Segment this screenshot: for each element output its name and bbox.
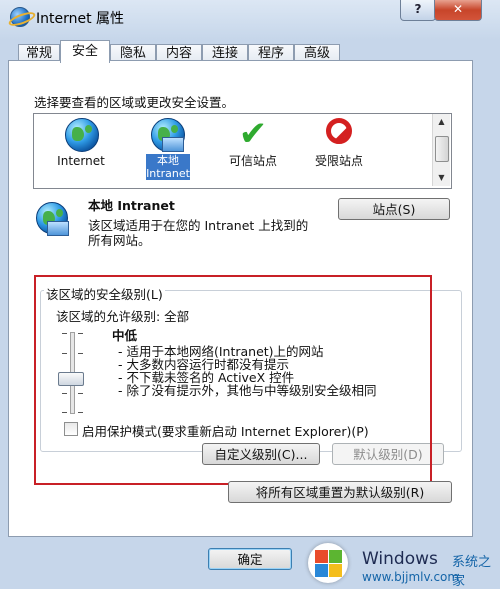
no-entry-icon <box>326 118 352 144</box>
windows-logo-icon <box>308 543 348 583</box>
reset-all-zones-button[interactable]: 将所有区域重置为默认级别(R) <box>228 481 452 503</box>
close-button[interactable]: ✕ <box>434 0 482 21</box>
zone-prompt: 选择要查看的区域或更改安全设置。 <box>34 95 235 110</box>
zone-restricted-sites[interactable]: 受限站点 <box>302 116 376 186</box>
zone-label: 可信站点 <box>228 154 277 168</box>
sites-button[interactable]: 站点(S) <box>338 198 450 220</box>
selected-zone-description: 该区域适用于在您的 Intranet 上找到的所有网站。 <box>88 218 309 248</box>
title-bar: Internet 属性 ? ✕ <box>0 0 500 34</box>
ok-button[interactable]: 确定 <box>208 548 292 570</box>
site-watermark: Windows 系统之家 www.bjjmlv.com <box>300 537 500 589</box>
ie-globe-icon <box>10 7 30 27</box>
intranet-globe-icon <box>151 118 185 152</box>
watermark-url: www.bjjmlv.com <box>362 570 460 584</box>
selected-zone-name: 本地 Intranet <box>88 198 175 213</box>
zone-label: Internet <box>57 154 105 168</box>
intranet-globe-icon <box>36 202 69 236</box>
watermark-brand: Windows <box>362 549 438 569</box>
zone-label: 受限站点 <box>314 154 363 168</box>
zone-list[interactable]: Internet 本地 Intranet ✔ 可信站点 受限站点 <box>33 113 452 189</box>
scroll-down-icon[interactable]: ▼ <box>434 171 449 185</box>
watermark-cn: 系统之家 <box>452 555 492 589</box>
zone-list-scrollbar[interactable]: ▲ ▼ <box>432 114 450 186</box>
zone-internet[interactable]: Internet <box>44 116 118 186</box>
globe-icon <box>65 118 99 152</box>
highlight-box <box>34 275 432 485</box>
help-button[interactable]: ? <box>400 0 436 21</box>
window-title: Internet 属性 <box>36 11 125 27</box>
internet-properties-window: Internet 属性 ? ✕ 常规 安全 隐私 内容 连接 程序 高级 选择要… <box>0 0 500 589</box>
zone-local-intranet[interactable]: 本地 Intranet <box>130 116 204 186</box>
check-icon: ✔ <box>238 114 268 154</box>
zone-trusted-sites[interactable]: ✔ 可信站点 <box>216 116 290 186</box>
scroll-thumb[interactable] <box>435 136 449 162</box>
scroll-up-icon[interactable]: ▲ <box>434 115 449 129</box>
zone-label: 本地 Intranet <box>146 154 190 180</box>
tab-security[interactable]: 安全 <box>60 40 110 63</box>
